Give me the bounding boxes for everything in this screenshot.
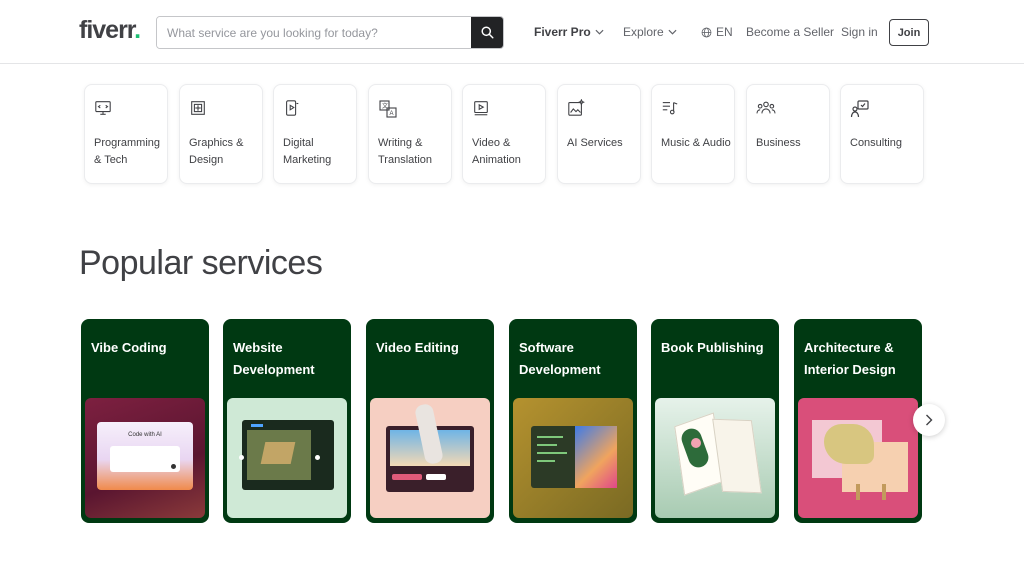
category-ai-services[interactable]: AI Services [557, 84, 641, 184]
chevron-down-icon [595, 29, 604, 35]
service-card-book-publishing[interactable]: Book Publishing [651, 319, 779, 523]
nav-language[interactable]: EN [701, 25, 733, 39]
category-label: Consulting [850, 137, 902, 149]
category-label: Programming & Tech [94, 137, 161, 166]
become-seller-label: Become a Seller [746, 25, 835, 39]
join-label: Join [897, 26, 921, 39]
category-consulting[interactable]: Consulting [840, 84, 924, 184]
video-editing-image [370, 398, 490, 518]
service-card-architecture-interior-design[interactable]: Architecture & Interior Design [794, 319, 922, 523]
design-frame-icon [191, 101, 205, 115]
globe-icon [701, 27, 712, 37]
nav-fiverr-pro-label: Fiverr Pro [534, 25, 591, 39]
svg-text:A: A [390, 111, 394, 117]
category-digital-marketing[interactable]: Digital Marketing [273, 84, 357, 184]
category-programming-tech[interactable]: Programming & Tech [84, 84, 168, 184]
category-label: Business [756, 137, 801, 149]
people-group-icon [756, 101, 776, 114]
search-button[interactable] [471, 17, 503, 48]
chevron-down-icon [668, 29, 677, 35]
music-note-icon [662, 102, 678, 115]
chevron-right-icon [926, 414, 933, 426]
svg-text:文: 文 [382, 102, 388, 110]
category-label: AI Services [567, 137, 623, 149]
ai-image-icon [568, 99, 585, 116]
category-video-animation[interactable]: Video & Animation [462, 84, 546, 184]
monitor-code-icon [95, 101, 111, 115]
service-card-video-editing[interactable]: Video Editing [366, 319, 494, 523]
nav-explore-label: Explore [623, 25, 664, 39]
category-writing-translation[interactable]: 文A Writing & Translation [368, 84, 452, 184]
nav-fiverr-pro[interactable]: Fiverr Pro [534, 25, 604, 39]
category-label: Writing & Translation [378, 137, 433, 166]
category-label: Video & Animation [472, 137, 521, 166]
code-with-ai-text: Code with AI [128, 432, 162, 438]
search-icon [480, 26, 494, 39]
consulting-icon [850, 100, 869, 118]
category-graphics-design[interactable]: Graphics & Design [179, 84, 263, 184]
website-development-image [227, 398, 347, 518]
service-card-title: Video Editing [376, 340, 459, 355]
book-publishing-image [655, 398, 775, 518]
nav-language-label: EN [716, 25, 733, 39]
service-card-title: Website Development [233, 340, 315, 377]
search-input[interactable] [157, 17, 473, 48]
site-header: fiverr. Fiverr Pro Explore EN Become a S… [0, 0, 1024, 64]
category-label: Music & Audio [661, 137, 731, 149]
service-card-title: Software Development [519, 340, 601, 377]
service-card-title: Architecture & Interior Design [804, 340, 896, 377]
nav-become-seller[interactable]: Become a Seller [746, 25, 834, 39]
service-card-title: Vibe Coding [91, 340, 167, 355]
popular-services-title: Popular services [79, 244, 323, 282]
service-card-website-development[interactable]: Website Development [223, 319, 351, 523]
category-label: Digital Marketing [283, 137, 332, 166]
carousel-next-button[interactable] [913, 404, 945, 436]
join-button[interactable]: Join [889, 19, 929, 46]
sign-in-label: Sign in [841, 25, 878, 39]
service-card-vibe-coding[interactable]: Vibe Coding Code with AI [81, 319, 209, 523]
vibe-coding-image: Code with AI [85, 398, 205, 518]
nav-sign-in[interactable]: Sign in [841, 25, 878, 39]
software-development-image [513, 398, 633, 518]
video-play-icon [474, 101, 488, 116]
fiverr-logo[interactable]: fiverr. [79, 16, 141, 45]
service-card-title: Book Publishing [661, 340, 764, 355]
category-label: Graphics & Design [189, 137, 244, 166]
architecture-interior-image [798, 398, 918, 518]
category-business[interactable]: Business [746, 84, 830, 184]
phone-marketing-icon [286, 100, 299, 116]
category-music-audio[interactable]: Music & Audio [651, 84, 735, 184]
translate-icon: 文A [379, 100, 397, 118]
service-card-software-development[interactable]: Software Development [509, 319, 637, 523]
nav-explore[interactable]: Explore [623, 25, 677, 39]
search-bar [156, 16, 504, 49]
